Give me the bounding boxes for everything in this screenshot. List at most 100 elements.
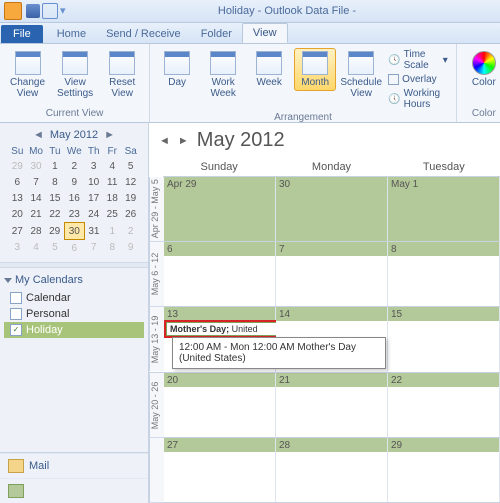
mini-day[interactable]: 24 — [84, 206, 103, 223]
week-button[interactable]: Week — [248, 48, 290, 91]
view-settings-button[interactable]: ViewSettings — [53, 48, 97, 102]
mini-day[interactable]: 16 — [64, 190, 84, 206]
mini-day[interactable]: 14 — [27, 190, 46, 206]
mini-day[interactable]: 4 — [103, 158, 121, 174]
day-cell[interactable]: Apr 29 — [164, 177, 276, 241]
month-button[interactable]: Month — [294, 48, 336, 91]
mini-day[interactable]: 11 — [103, 174, 121, 190]
week-label[interactable]: Apr 29 - May 5 — [149, 177, 164, 241]
mini-day[interactable]: 13 — [8, 190, 27, 206]
day-cell[interactable]: 6 — [164, 242, 276, 306]
mini-day[interactable]: 26 — [121, 206, 140, 223]
calendar-item-calendar[interactable]: Calendar — [4, 290, 144, 306]
mini-month-label[interactable]: May 2012 — [50, 129, 98, 141]
mini-day[interactable]: 10 — [84, 174, 103, 190]
tab-send-receive[interactable]: Send / Receive — [96, 25, 191, 43]
mini-day[interactable]: 5 — [46, 240, 65, 257]
week-row: May 13 - 1913Mother's Day; United12:00 A… — [149, 307, 500, 372]
change-view-button[interactable]: ChangeView — [6, 48, 49, 102]
mini-day[interactable]: 9 — [64, 174, 84, 190]
working-hours-icon: 🕔 — [388, 94, 400, 105]
nav-mail[interactable]: Mail — [0, 453, 148, 478]
mini-day[interactable]: 2 — [121, 223, 140, 240]
mini-day[interactable]: 25 — [103, 206, 121, 223]
day-cell[interactable]: 28 — [276, 438, 388, 502]
mini-calendar[interactable]: SuMoTuWeThFrSa29301234567891011121314151… — [8, 145, 140, 256]
undo-icon[interactable] — [42, 3, 58, 19]
tab-folder[interactable]: Folder — [191, 25, 242, 43]
day-button[interactable]: Day — [156, 48, 198, 91]
tab-view[interactable]: View — [242, 23, 288, 43]
time-scale-button[interactable]: 🕓Time Scale ▾ — [386, 48, 450, 72]
color-button[interactable]: Color — [463, 48, 500, 91]
calendar-item-personal[interactable]: Personal — [4, 306, 144, 322]
week-label[interactable] — [149, 438, 164, 502]
work-week-button[interactable]: WorkWeek — [202, 48, 244, 102]
mini-day[interactable]: 2 — [64, 158, 84, 174]
mini-day[interactable]: 9 — [121, 240, 140, 257]
mini-day[interactable]: 8 — [46, 174, 65, 190]
mini-day[interactable]: 15 — [46, 190, 65, 206]
nav-calendar[interactable] — [0, 478, 148, 503]
day-cell[interactable]: 7 — [276, 242, 388, 306]
mini-dow: Fr — [103, 145, 121, 158]
day-cell[interactable]: 15 — [388, 307, 500, 371]
tab-file[interactable]: File — [1, 25, 43, 43]
mini-day[interactable]: 1 — [103, 223, 121, 240]
mini-day[interactable]: 20 — [8, 206, 27, 223]
mini-day[interactable]: 18 — [103, 190, 121, 206]
mini-day[interactable]: 29 — [8, 158, 27, 174]
mini-day[interactable]: 31 — [84, 223, 103, 240]
mini-day[interactable]: 1 — [46, 158, 65, 174]
day-cell[interactable]: 29 — [388, 438, 500, 502]
checkbox-icon[interactable] — [10, 292, 22, 304]
working-hours-button[interactable]: 🕔Working Hours — [386, 87, 450, 111]
day-cell[interactable]: 8 — [388, 242, 500, 306]
next-period-icon[interactable]: ► — [178, 135, 189, 147]
save-icon[interactable] — [26, 4, 40, 18]
day-cell[interactable]: 21 — [276, 373, 388, 437]
mini-day[interactable]: 7 — [27, 174, 46, 190]
reset-view-button[interactable]: ResetView — [101, 48, 143, 102]
day-cell[interactable]: 30 — [276, 177, 388, 241]
mini-day[interactable]: 7 — [84, 240, 103, 257]
qat-dropdown-icon[interactable]: ▾ — [60, 4, 74, 18]
mini-day[interactable]: 17 — [84, 190, 103, 206]
week-label[interactable]: May 6 - 12 — [149, 242, 164, 306]
mini-day[interactable]: 4 — [27, 240, 46, 257]
mini-day[interactable]: 19 — [121, 190, 140, 206]
week-label[interactable]: May 20 - 26 — [149, 373, 164, 437]
day-cell[interactable]: 20 — [164, 373, 276, 437]
next-month-icon[interactable]: ► — [104, 129, 115, 141]
week-row: May 6 - 12678 — [149, 242, 500, 307]
prev-month-icon[interactable]: ◄ — [33, 129, 44, 141]
my-calendars-header[interactable]: My Calendars — [4, 274, 144, 286]
mini-day[interactable]: 23 — [64, 206, 84, 223]
tab-home[interactable]: Home — [47, 25, 96, 43]
schedule-view-button[interactable]: ScheduleView — [340, 48, 382, 102]
overlay-button[interactable]: Overlay — [386, 73, 450, 86]
mini-day[interactable]: 21 — [27, 206, 46, 223]
checkbox-icon[interactable] — [10, 308, 22, 320]
day-cell[interactable]: 27 — [164, 438, 276, 502]
mini-day[interactable]: 30 — [64, 223, 84, 240]
mini-day[interactable]: 3 — [84, 158, 103, 174]
mini-day[interactable]: 12 — [121, 174, 140, 190]
mini-day[interactable]: 28 — [27, 223, 46, 240]
day-cell[interactable]: May 1 — [388, 177, 500, 241]
mini-day[interactable]: 3 — [8, 240, 27, 257]
mini-day[interactable]: 29 — [46, 223, 65, 240]
week-label[interactable]: May 13 - 19 — [149, 307, 164, 371]
day-cell[interactable]: 22 — [388, 373, 500, 437]
mini-day[interactable]: 5 — [121, 158, 140, 174]
mini-day[interactable]: 6 — [64, 240, 84, 257]
mini-day[interactable]: 8 — [103, 240, 121, 257]
mini-day[interactable]: 27 — [8, 223, 27, 240]
mini-day[interactable]: 30 — [27, 158, 46, 174]
calendar-item-holiday[interactable]: ✓Holiday — [4, 322, 144, 338]
checkbox-icon[interactable]: ✓ — [10, 324, 22, 336]
prev-period-icon[interactable]: ◄ — [159, 135, 170, 147]
mini-day[interactable]: 6 — [8, 174, 27, 190]
day-cell[interactable]: 13Mother's Day; United12:00 AM - Mon 12:… — [164, 307, 276, 371]
mini-day[interactable]: 22 — [46, 206, 65, 223]
